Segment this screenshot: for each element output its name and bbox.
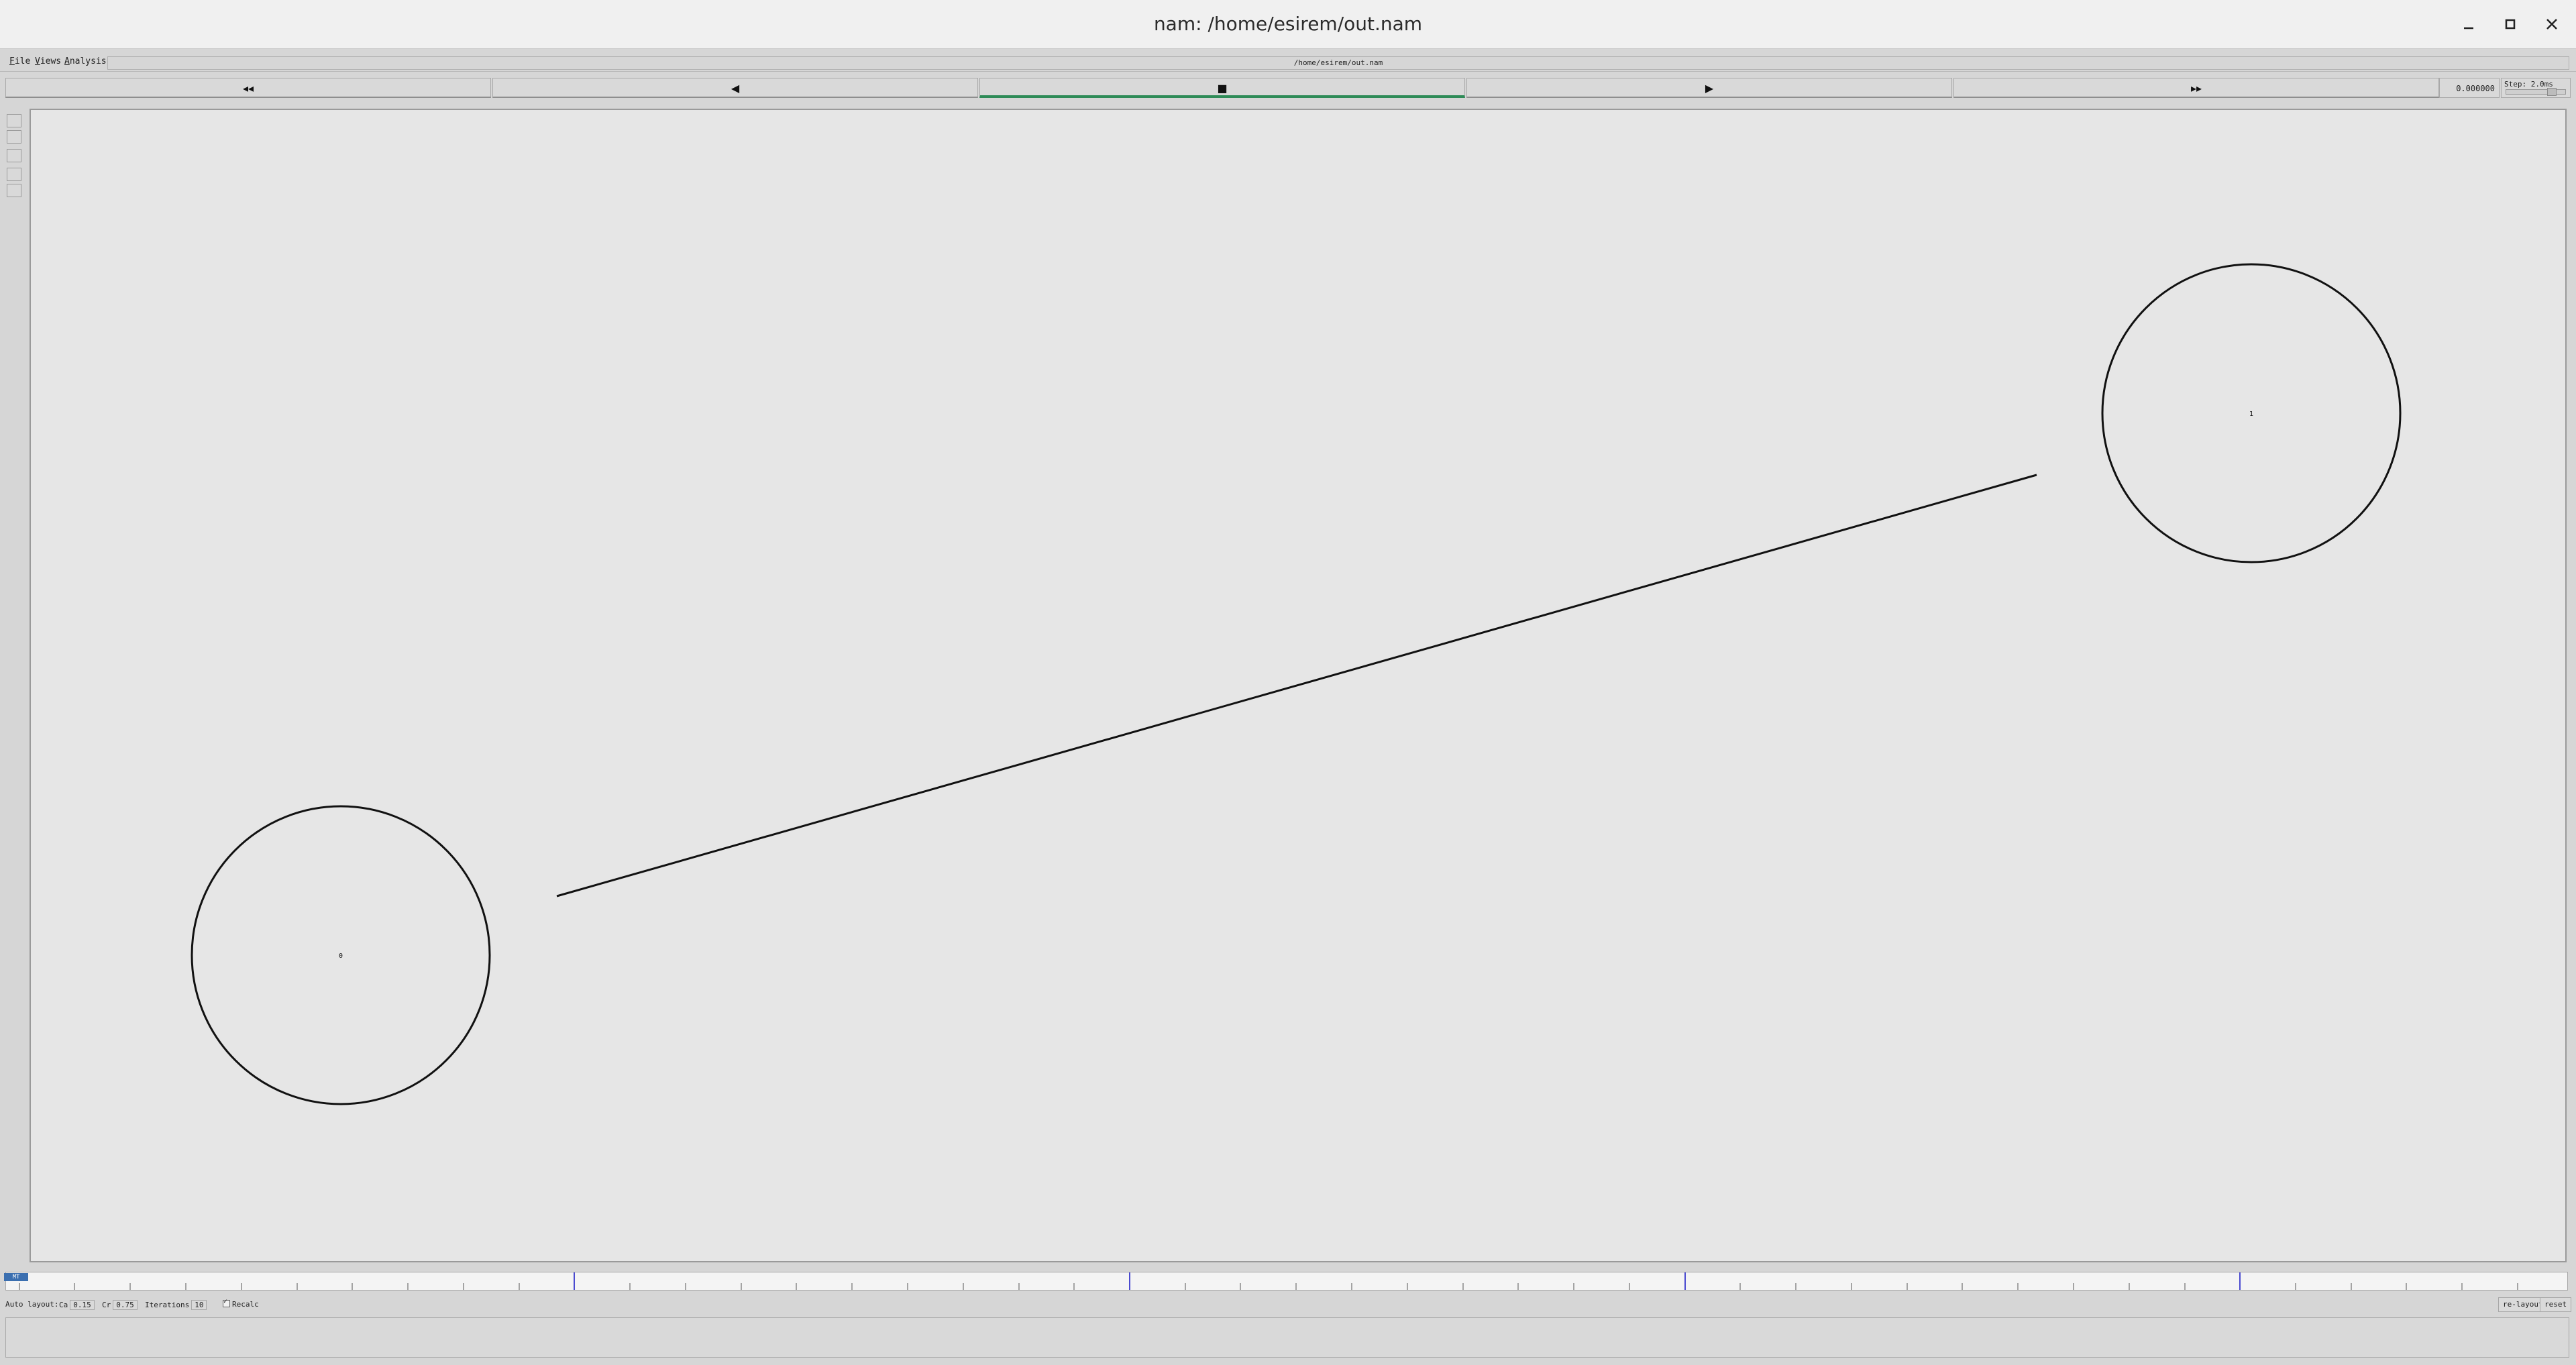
step-control[interactable]: Step: 2.0ms	[2501, 78, 2571, 98]
iterations-label: Iterations	[145, 1301, 190, 1309]
link-0-1[interactable]	[556, 474, 2037, 897]
select-tool-icon[interactable]	[7, 168, 21, 181]
network-drawing: 0 1	[191, 263, 2402, 1105]
play-backward-icon: ◀	[731, 82, 740, 95]
time-display: 0.000000	[2439, 78, 2500, 98]
tool-strip	[0, 107, 28, 1268]
play-button[interactable]: ▶	[1466, 78, 1952, 98]
cr-input[interactable]: 0.75	[113, 1300, 138, 1310]
menu-views[interactable]: Views	[35, 56, 61, 66]
rewind-button[interactable]: ◂◂	[5, 78, 491, 98]
timeline-slider[interactable]	[5, 1272, 2568, 1291]
timeline-marker[interactable]: MT	[4, 1273, 28, 1281]
ca-label: Ca	[59, 1301, 68, 1309]
window-title: nam: /home/esirem/out.nam	[1153, 13, 1423, 35]
iterations-control: Iterations 10	[145, 1300, 207, 1310]
window-titlebar: nam: /home/esirem/out.nam	[0, 0, 2576, 49]
auto-layout-bar: Auto layout: Ca 0.15 Cr 0.75 Iterations 10 …	[0, 1296, 2576, 1313]
cr-label: Cr	[102, 1301, 111, 1309]
move-tool-icon[interactable]	[7, 184, 21, 197]
cr-control: Cr 0.75	[102, 1300, 138, 1310]
node-1-label: 1	[2249, 411, 2253, 418]
timeline-ticks	[19, 1272, 2518, 1290]
fast-forward-button[interactable]: ▸▸	[1953, 78, 2439, 98]
step-slider[interactable]	[2506, 89, 2566, 95]
minimize-icon[interactable]	[2457, 12, 2481, 36]
menu-file[interactable]: File	[9, 56, 30, 66]
play-icon: ▶	[1705, 82, 1714, 95]
step-back-button[interactable]: ◀	[492, 78, 978, 98]
zoom-in-icon[interactable]	[7, 114, 21, 127]
ca-input[interactable]: 0.15	[70, 1300, 95, 1310]
step-label: Step: 2.0ms	[2504, 80, 2553, 89]
iterations-input[interactable]: 10	[191, 1300, 207, 1310]
menu-bar: File Views Analysis /home/esirem/out.nam	[0, 54, 2576, 72]
zoom-out-icon[interactable]	[7, 130, 21, 144]
playback-controls: ◂◂ ◀ ■ ▶ ▸▸ 0.000000 Step: 2.0ms	[0, 75, 2576, 105]
annotation-panel[interactable]	[5, 1317, 2569, 1358]
stop-icon: ■	[1217, 82, 1228, 95]
file-path-label: /home/esirem/out.nam	[107, 56, 2569, 70]
network-canvas[interactable]: 0 1	[30, 109, 2567, 1262]
menu-analysis[interactable]: Analysis	[64, 56, 107, 66]
reset-button[interactable]: reset	[2540, 1297, 2572, 1312]
checkbox-icon	[223, 1298, 230, 1307]
recalc-checkbox[interactable]: Recalc	[223, 1298, 259, 1309]
stop-button[interactable]: ■	[979, 78, 1465, 98]
node-0-label: 0	[339, 952, 343, 960]
edit-tool-icon[interactable]	[7, 149, 21, 162]
fast-forward-icon: ▸▸	[2190, 82, 2202, 95]
maximize-icon[interactable]	[2498, 12, 2522, 36]
step-slider-handle[interactable]	[2547, 88, 2557, 96]
recalc-label: Recalc	[232, 1300, 259, 1309]
rewind-icon: ◂◂	[242, 82, 254, 95]
close-icon[interactable]	[2540, 12, 2564, 36]
ca-control: Ca 0.15	[59, 1300, 95, 1310]
auto-layout-label: Auto layout:	[5, 1300, 59, 1309]
